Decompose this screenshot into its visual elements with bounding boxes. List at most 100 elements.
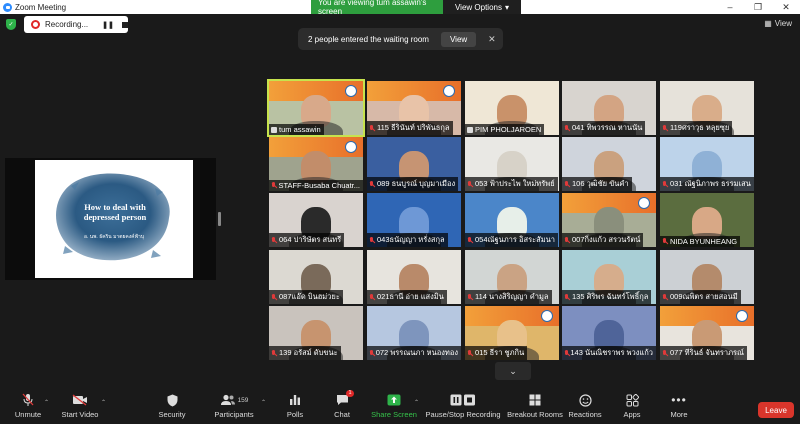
recording-dot-icon xyxy=(31,20,40,29)
participants-caret-icon[interactable]: ⌃ xyxy=(261,399,266,406)
participant-tile[interactable]: 021ธานี อ่าย แสงมิน xyxy=(367,250,461,304)
mic-muted-icon xyxy=(271,349,277,357)
waiting-room-message: 2 people entered the waiting room xyxy=(308,34,429,44)
participant-name: 135 ศิริพร ฉันทร์โพธิ์กุล xyxy=(572,292,649,301)
mic-muted-icon xyxy=(22,392,34,408)
participant-tile[interactable]: 041 ทิพวรรณ หานนัน xyxy=(562,81,656,135)
minimize-icon[interactable]: – xyxy=(716,0,744,14)
participant-tile[interactable]: 064 ปาริษัตร สนทรี xyxy=(269,193,363,247)
video-options-caret-icon[interactable]: ⌃ xyxy=(101,399,106,406)
participants-button[interactable]: 159 Participants xyxy=(206,392,262,419)
waiting-room-view-button[interactable]: View xyxy=(440,31,477,47)
participant-name-tag: 143 นันณิชราพร พวงแก้ว xyxy=(562,346,656,360)
pause-stop-icon xyxy=(450,392,476,408)
breakout-rooms-label: Breakout Rooms xyxy=(507,410,563,419)
participant-tile[interactable]: PIM PHOLJAROEN xyxy=(465,81,559,135)
participant-tile[interactable]: 072 พรรณนภา หนองทอง xyxy=(367,306,461,360)
encryption-shield-icon[interactable]: ✓ xyxy=(6,19,16,30)
host-icon xyxy=(271,126,277,133)
participant-tile[interactable]: 043ธนัญญา หรั่งสกุล xyxy=(367,193,461,247)
pause-recording-icon[interactable]: ❚❚ xyxy=(102,21,114,29)
participant-name-tag: 114 นางสิริญญา คำมูล xyxy=(465,290,552,304)
participant-tile[interactable]: STAFF-Busaba Chuatr... xyxy=(269,137,363,191)
breakout-rooms-icon xyxy=(529,392,541,408)
start-video-label: Start Video xyxy=(61,410,99,419)
view-layout-button[interactable]: ▦ View xyxy=(764,19,792,28)
security-button[interactable]: Security xyxy=(144,392,200,419)
participant-name-tag: NIDA BYUNHEANG xyxy=(660,236,741,247)
polls-icon xyxy=(289,392,301,408)
waiting-room-notification: 2 people entered the waiting room View ✕ xyxy=(298,28,503,50)
more-button[interactable]: ••• More xyxy=(651,392,707,419)
participant-name: NIDA BYUNHEANG xyxy=(670,237,738,246)
participant-name: 054ณัฐนภาร อิสระสัมนา xyxy=(475,235,556,244)
participant-name-tag: 089 ธนบูรณ์ บุญมาเมือง xyxy=(367,177,459,191)
start-video-button[interactable]: Start Video xyxy=(52,392,108,419)
leave-button[interactable]: Leave xyxy=(758,402,794,418)
share-screen-icon xyxy=(387,392,401,408)
close-icon[interactable]: ✕ xyxy=(772,0,800,14)
share-options-caret-icon[interactable]: ⌃ xyxy=(414,399,419,406)
close-icon[interactable]: ✕ xyxy=(488,34,496,45)
chat-icon: 1 xyxy=(336,390,354,408)
split-view-resize-handle[interactable] xyxy=(218,212,221,226)
participant-name-tag: 015 ธีรา ชูภกิน xyxy=(465,346,528,360)
participant-tile[interactable]: 031 ณัฐนิภาพร ธรรมเสน xyxy=(660,137,754,191)
participant-name-tag: tum assawin xyxy=(269,124,324,135)
participant-tile[interactable]: 114 นางสิริญญา คำมูล xyxy=(465,250,559,304)
mic-muted-icon xyxy=(271,293,277,301)
shared-screen[interactable]: How to deal with depressed person อ. นพ.… xyxy=(5,158,216,280)
mic-muted-icon xyxy=(467,236,473,244)
participant-name-tag: 009ณพิตร สายสอนมี xyxy=(660,290,741,304)
participants-count: 159 xyxy=(237,396,249,404)
mic-muted-icon xyxy=(564,349,569,357)
participant-tile[interactable]: 115 ธีรินันท์ ปริพันธกุล xyxy=(367,81,461,135)
chevron-down-icon: ▾ xyxy=(504,2,509,12)
participant-name: 015 ธีรา ชูภกิน xyxy=(475,348,525,357)
pause-stop-recording-button[interactable]: Pause/Stop Recording xyxy=(423,392,503,419)
viewing-screen-label: You are viewing tum assawin's screen xyxy=(311,0,443,16)
chat-unread-badge: 1 xyxy=(346,390,354,397)
participant-name: 041 ทิพวรรณ หานนัน xyxy=(572,123,643,132)
participant-tile[interactable]: 007กิ่งแก้ว สรวนรัตน์ xyxy=(562,193,656,247)
participant-tile[interactable]: 119ศราวุธ หลุยซุย xyxy=(660,81,754,135)
zoom-logo-icon xyxy=(3,2,12,12)
audio-options-caret-icon[interactable]: ⌃ xyxy=(44,399,49,406)
view-options-button[interactable]: View Options ▾ xyxy=(443,0,521,14)
mic-muted-icon xyxy=(467,180,473,188)
participant-tile[interactable]: tum assawin xyxy=(267,79,365,137)
participant-tile[interactable]: 015 ธีรา ชูภกิน xyxy=(465,306,559,360)
participant-tile[interactable]: 135 ศิริพร ฉันทร์โพธิ์กุล xyxy=(562,250,656,304)
participant-tile[interactable]: 089 ธนบูรณ์ บุญมาเมือง xyxy=(367,137,461,191)
participant-name-tag: 106 วุฒิชัย ขันคำ xyxy=(562,177,632,191)
pause-stop-recording-label: Pause/Stop Recording xyxy=(425,410,501,419)
mic-muted-icon xyxy=(467,349,473,357)
participant-tile[interactable]: 053 ฟ้าประไพ ใหม่ทรัพย์ xyxy=(465,137,559,191)
participant-tile[interactable]: 106 วุฒิชัย ขันคำ xyxy=(562,137,656,191)
participant-name: tum assawin xyxy=(279,125,321,134)
more-dots-icon: ••• xyxy=(671,393,687,407)
gallery-next-page-button[interactable]: ⌄ xyxy=(495,362,531,380)
participant-tile[interactable]: 143 นันณิชราพร พวงแก้ว xyxy=(562,306,656,360)
participant-tile[interactable]: 054ณัฐนภาร อิสระสัมนา xyxy=(465,193,559,247)
participant-name: 009ณพิตร สายสอนมี xyxy=(670,292,738,301)
share-screen-label: Share Screen xyxy=(371,410,417,419)
participant-tile[interactable]: 139 อรัสม์ ดับขนะ xyxy=(269,306,363,360)
participant-tile[interactable]: 077 ทีรินธ์ จันทราภรณ์ xyxy=(660,306,754,360)
stop-recording-icon[interactable] xyxy=(121,21,128,28)
mic-muted-icon xyxy=(467,293,473,301)
slide-title: How to deal with depressed person xyxy=(83,202,147,222)
participant-name-tag: 031 ณัฐนิภาพร ธรรมเสน xyxy=(660,177,754,191)
participant-name-tag: 072 พรรณนภา หนองทอง xyxy=(367,346,461,360)
restore-icon[interactable]: ❐ xyxy=(744,0,772,14)
slide-subtitle: อ. นพ. ธัคริน มาตยคงค์ฟ้าบุ xyxy=(83,234,145,240)
mic-muted-icon xyxy=(662,349,668,357)
mic-muted-icon xyxy=(662,124,668,132)
participant-name-tag: 135 ศิริพร ฉันทร์โพธิ์กุล xyxy=(562,290,652,304)
participant-tile[interactable]: 087แอ๊ด บินฮม่วยะ xyxy=(269,250,363,304)
participant-name: 064 ปาริษัตร สนทรี xyxy=(279,235,342,244)
participant-tile[interactable]: NIDA BYUNHEANG xyxy=(660,193,754,247)
participant-tile[interactable]: 009ณพิตร สายสอนมี xyxy=(660,250,754,304)
participant-name: 043ธนัญญา หรั่งสกุล xyxy=(377,235,445,244)
chat-button[interactable]: 1 Chat xyxy=(314,390,370,419)
